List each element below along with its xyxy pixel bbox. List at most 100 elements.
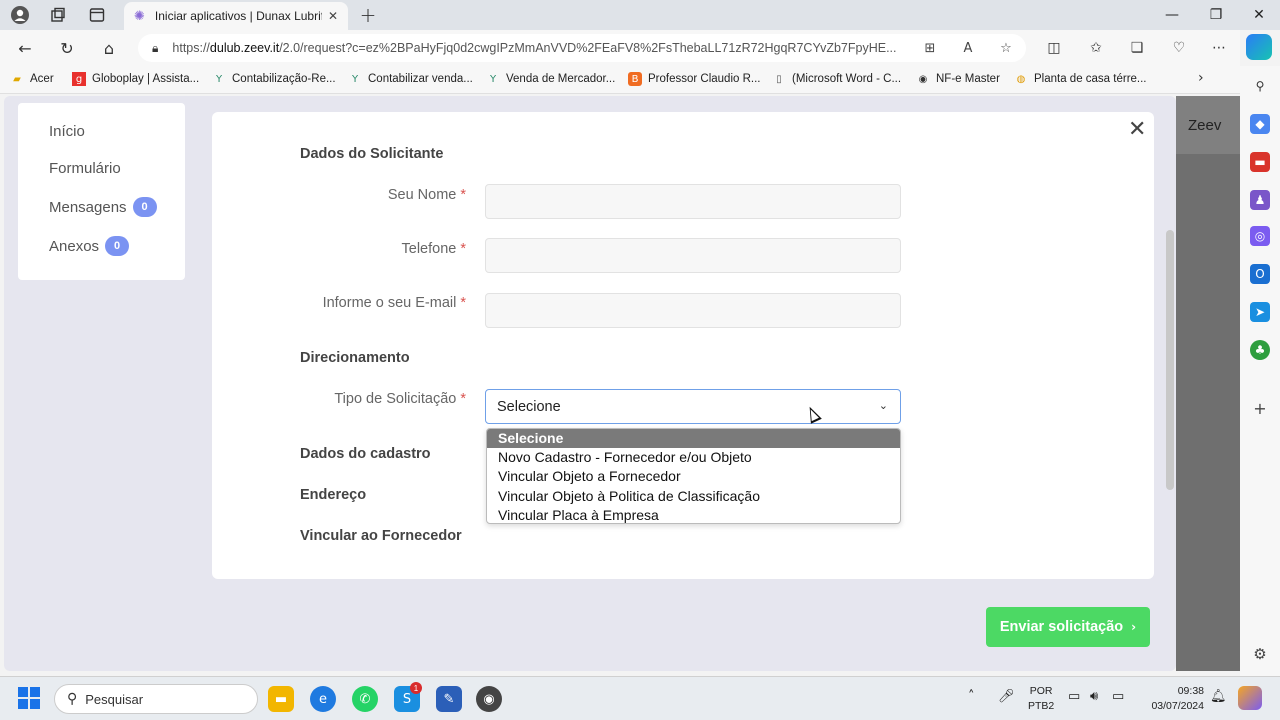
more-menu-icon[interactable]: ⋯ [1206, 36, 1232, 60]
dropdown-option[interactable]: Vincular Objeto à Politica de Classifica… [487, 487, 900, 506]
required-mark: * [460, 187, 466, 203]
bookmark-site-icon: Y [489, 73, 497, 85]
obs-icon[interactable]: ◉ [476, 686, 502, 712]
back-icon[interactable]: ← [12, 36, 38, 60]
collections-icon[interactable]: ❏ [1124, 36, 1150, 60]
name-input[interactable] [485, 184, 901, 219]
bookmark-item[interactable]: Y Venda de Mercador... [486, 72, 615, 86]
messages-count-badge: 0 [132, 197, 157, 217]
bookmark-item[interactable]: Y Contabilizar venda... [348, 72, 473, 86]
split-screen-icon[interactable]: ◫ [1041, 36, 1067, 60]
home-icon[interactable]: ⌂ [96, 36, 122, 60]
workspaces-icon[interactable] [46, 4, 70, 26]
edge-icon[interactable]: e [310, 686, 336, 712]
close-tab-icon[interactable]: ✕ [328, 9, 338, 23]
battery-icon[interactable]: ▭ [1112, 689, 1124, 704]
active-tab[interactable]: ✺ Iniciar aplicativos | Dunax Lubrific ✕ [124, 2, 348, 30]
telegram-icon[interactable]: ➤ [1250, 302, 1270, 322]
settings-gear-icon[interactable]: ⚙ [1250, 644, 1270, 664]
copilot-taskbar-icon[interactable] [1238, 686, 1262, 710]
games-icon[interactable]: ♟ [1250, 190, 1270, 210]
tools-icon[interactable]: ▬ [1250, 152, 1270, 172]
bookmark-label: Contabilização-Re... [232, 73, 336, 85]
bookmark-item[interactable]: ◍ Planta de casa térre... [1014, 72, 1147, 86]
menu-label: Anexos [49, 237, 100, 255]
request-type-select[interactable]: Selecione ⌄ [485, 389, 901, 424]
browser-essentials-icon[interactable]: ♡ [1166, 36, 1192, 60]
label-text: Tipo de Solicitação [334, 391, 457, 407]
bookmarks-more-icon[interactable]: › [1198, 70, 1204, 86]
favorite-star-icon[interactable]: ☆ [994, 36, 1018, 60]
dropdown-option[interactable]: Novo Cadastro - Fornecedor e/ou Objeto [487, 448, 900, 467]
file-explorer-icon[interactable]: ▬ [268, 686, 294, 712]
whatsapp-icon[interactable]: ✆ [352, 686, 378, 712]
taskbar-search[interactable]: ⚲ Pesquisar [54, 684, 258, 714]
menu-item-inicio[interactable]: Início [49, 123, 85, 140]
read-aloud-icon[interactable]: A [956, 36, 980, 60]
menu-label: Mensagens [49, 198, 127, 216]
dropdown-option[interactable]: Selecione [487, 429, 900, 449]
bookmark-label: NF-e Master [936, 73, 1000, 85]
restore-icon[interactable]: ❐ [1196, 4, 1236, 26]
language-indicator[interactable]: POR PTB2 [1028, 684, 1054, 714]
section-fornecedor: Vincular ao Fornecedor [300, 528, 462, 544]
dropdown-option[interactable]: Vincular Placa à Empresa [487, 506, 900, 523]
label-email: Informe o seu E-mail * [323, 295, 466, 311]
bookmark-item[interactable]: B Professor Claudio R... [628, 72, 761, 86]
app-icon[interactable]: ✎ [436, 686, 462, 712]
refresh-icon[interactable]: ↻ [54, 36, 80, 60]
browser-toolbar: ← ↻ ⌂ 🔒︎ https://dulub.zeev.it/2.0/reque… [0, 30, 1240, 66]
tab-strip: ✺ Iniciar aplicativos | Dunax Lubrific ✕… [0, 0, 1280, 30]
dropdown-option[interactable]: Vincular Objeto a Fornecedor [487, 467, 900, 486]
tray-chevron-icon[interactable]: ˄ [968, 689, 975, 704]
bookmark-item[interactable]: g Globoplay | Assista... [72, 72, 199, 86]
menu-item-mensagens[interactable]: Mensagens 0 [49, 197, 157, 217]
office-icon[interactable]: ◎ [1250, 226, 1270, 246]
close-icon[interactable]: ✕ [1128, 117, 1146, 142]
new-tab-icon[interactable]: + [356, 3, 380, 27]
profile-icon[interactable] [8, 4, 32, 26]
add-sidebar-icon[interactable]: + [1250, 398, 1270, 418]
bookmark-item[interactable]: ▰ Acer [10, 72, 54, 86]
submit-request-button[interactable]: Enviar solicitação › [986, 607, 1150, 647]
bookmark-item[interactable]: Y Contabilização-Re... [212, 72, 336, 86]
network-icon[interactable]: ▭ [1068, 689, 1080, 704]
bookmark-item[interactable]: ▯ (Microsoft Word - C... [772, 72, 901, 86]
menu-item-anexos[interactable]: Anexos 0 [49, 236, 130, 256]
house-plan-icon: ◍ [1016, 73, 1026, 85]
shopping-icon[interactable]: ◆ [1250, 114, 1270, 134]
taskbar-clock[interactable]: 09:38 03/07/2024 [1144, 684, 1204, 714]
windows-start-icon[interactable] [18, 687, 40, 709]
url-domain: dulub.zeev.it [209, 41, 280, 55]
notifications-bell-icon[interactable]: 🔔︎ [1210, 689, 1227, 704]
scrollbar[interactable] [1166, 230, 1174, 490]
email-input[interactable] [485, 293, 901, 328]
lock-icon[interactable]: 🔒︎ [152, 41, 158, 56]
tree-icon[interactable]: ♣ [1250, 340, 1270, 360]
search-icon: ⚲ [67, 691, 78, 707]
label-tipo: Tipo de Solicitação * [334, 391, 466, 407]
menu-item-formulario[interactable]: Formulário [49, 160, 121, 177]
taskbar: ⚲ Pesquisar ▬ e ✆ S 1 ✎ ◉ ˄ 🎤︎ POR PTB2 … [0, 676, 1280, 720]
close-window-icon[interactable]: ✕ [1239, 4, 1279, 26]
zeev-favicon-icon: ✺ [134, 8, 145, 24]
tab-actions-icon[interactable] [85, 4, 109, 26]
volume-icon[interactable]: 🔊︎ [1090, 689, 1098, 704]
microphone-icon[interactable]: 🎤︎ [998, 689, 1015, 704]
page-background-dim [1176, 96, 1240, 671]
search-sidebar-icon[interactable]: ⚲ [1250, 76, 1270, 96]
bookmark-item[interactable]: ◉ NF-e Master [916, 72, 1000, 86]
apps-icon[interactable]: ⊞ [918, 36, 942, 60]
outlook-icon[interactable]: O [1250, 264, 1270, 284]
label-text: Seu Nome [387, 187, 457, 203]
section-solicitante: Dados do Solicitante [300, 146, 444, 162]
copilot-icon[interactable] [1246, 34, 1272, 60]
phone-input[interactable] [485, 238, 901, 273]
bookmark-label: Globoplay | Assista... [92, 73, 200, 85]
required-mark: * [460, 241, 466, 257]
bookmark-label: Professor Claudio R... [648, 73, 761, 85]
menu-label: Início [49, 123, 85, 140]
address-bar[interactable]: 🔒︎ https://dulub.zeev.it/2.0/request?c=e… [138, 34, 1026, 62]
favorites-icon[interactable]: ✩ [1083, 36, 1109, 60]
minimize-icon[interactable]: — [1152, 4, 1192, 26]
